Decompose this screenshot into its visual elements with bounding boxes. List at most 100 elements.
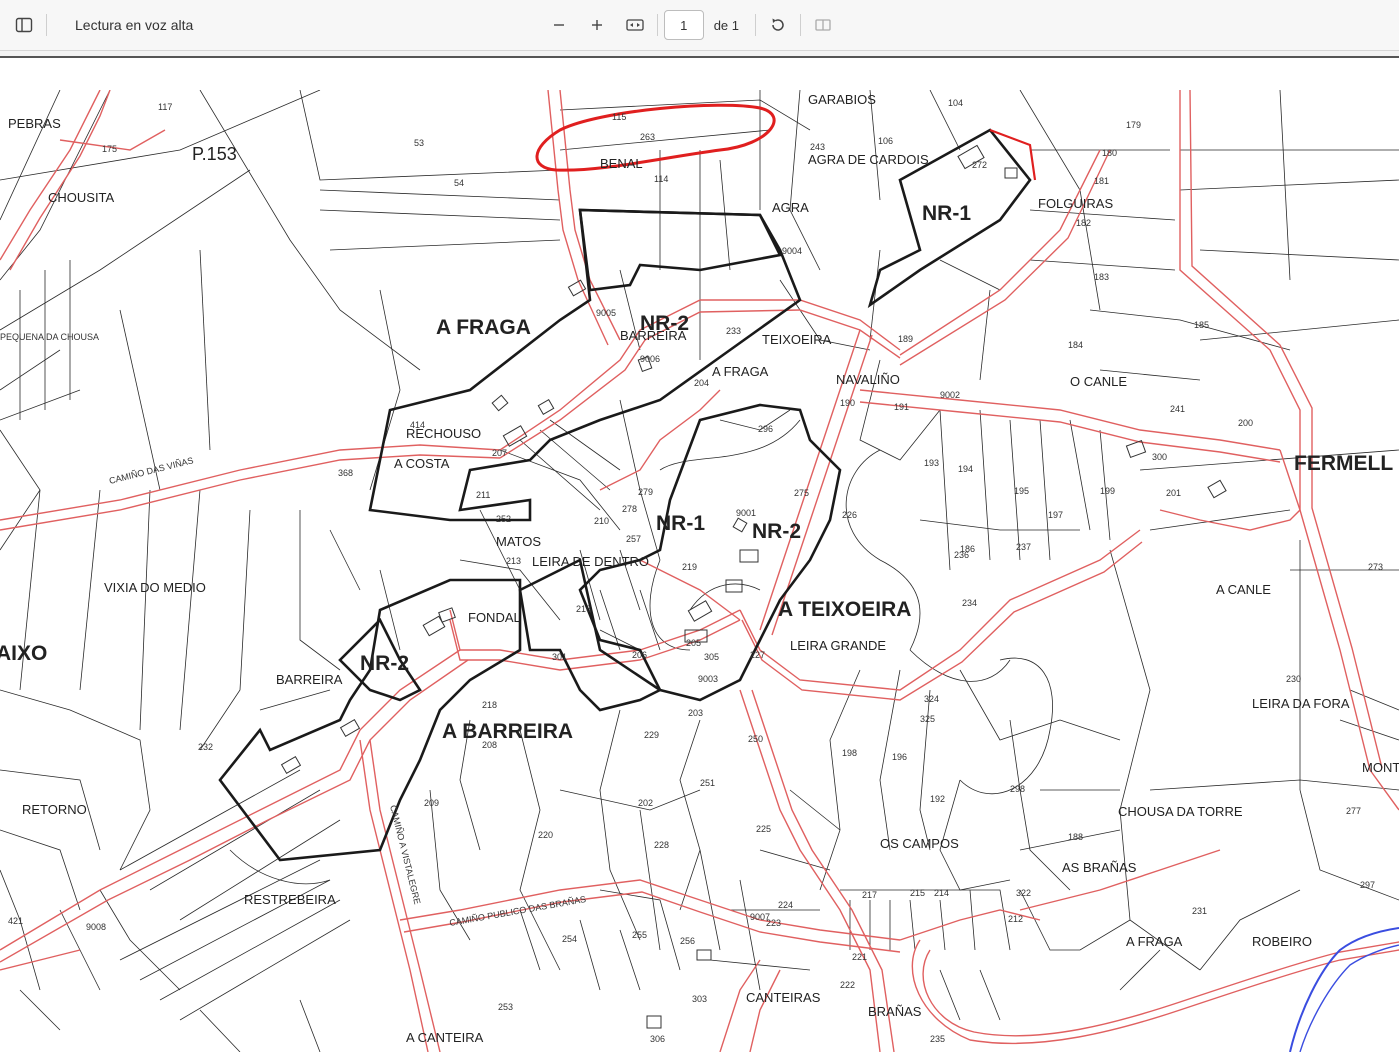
parcel-number: 231	[1192, 906, 1207, 916]
place-label: A CANLE	[1216, 582, 1271, 597]
parcel-number: 221	[852, 952, 867, 962]
place-label: PEQUENA DA CHOUSA	[0, 332, 99, 342]
roads	[0, 90, 1399, 1052]
parcel-number: 250	[748, 734, 763, 744]
road-label: CAMIÑO A VISTALEGRE	[388, 804, 422, 905]
place-label: ROBEIRO	[1252, 934, 1312, 949]
place-label: FOLGUIRAS	[1038, 196, 1113, 211]
place-label: AGRA	[772, 200, 809, 215]
page-view-button[interactable]	[807, 9, 839, 41]
place-label: NAVALIÑO	[836, 372, 900, 387]
fit-width-button[interactable]	[619, 9, 651, 41]
parcel-number: 208	[482, 740, 497, 750]
place-label: BENAL	[600, 156, 643, 171]
parcel-number: 300	[1152, 452, 1167, 462]
sidebar-icon	[15, 17, 33, 33]
parcel-number: 214	[934, 888, 949, 898]
parcel-number: 175	[102, 144, 117, 154]
fit-width-icon	[626, 19, 644, 31]
read-aloud-button[interactable]: Lectura en voz alta	[75, 17, 193, 33]
road-label: CAMIÑO DAS VIÑAS	[108, 455, 194, 486]
parcel-number: 241	[1170, 404, 1185, 414]
parcel-number: 190	[840, 398, 855, 408]
parcel-number: 185	[1194, 320, 1209, 330]
parcel-number: 9006	[640, 354, 660, 364]
parcel-number: 235	[930, 1034, 945, 1044]
place-label: OS CAMPOS	[880, 836, 959, 851]
toolbar-divider	[755, 14, 756, 36]
parcel-number: 189	[898, 334, 913, 344]
parcel-number: 257	[626, 534, 641, 544]
parcel-number: 229	[644, 730, 659, 740]
parcel-number: 115	[612, 112, 626, 122]
parcel-number: 275	[794, 488, 809, 498]
parcel-number: 117	[158, 102, 172, 112]
parcel-number: 306	[650, 1034, 665, 1044]
zone-label-nr2: NR-2	[752, 520, 801, 543]
zoom-out-button[interactable]	[543, 9, 575, 41]
place-label: PEBRAS	[8, 116, 61, 131]
parcel-number: 54	[454, 178, 464, 188]
parcel-number: 180	[1102, 148, 1117, 158]
zone-label-a-barreira: A BARREIRA	[442, 720, 573, 743]
parcel-number: 252	[496, 514, 511, 524]
parcel-number: 194	[958, 464, 973, 474]
place-labels: PEBRAS CHOUSITA GARABIOS AGRA DE CARDOIS…	[0, 92, 1399, 1045]
place-label: RETORNO	[22, 802, 87, 817]
parcel-number: 114	[654, 174, 668, 184]
parcel-number: 9005	[596, 308, 616, 318]
sidebar-toggle-button[interactable]	[8, 9, 40, 41]
place-label: LEIRA DE DENTRO	[532, 554, 649, 569]
parcel-number: 106	[878, 136, 893, 146]
zoom-in-button[interactable]	[581, 9, 613, 41]
rotate-button[interactable]	[762, 9, 794, 41]
river-bank	[1299, 944, 1399, 1052]
parcel-number: 191	[894, 402, 909, 412]
place-label: A CANTEIRA	[406, 1030, 484, 1045]
parcel-number: 104	[948, 98, 963, 108]
place-label: MONT	[1362, 760, 1399, 775]
place-label: BARREIRA	[276, 672, 343, 687]
zone-label-fermell: FERMELL	[1294, 452, 1393, 475]
page-number-input[interactable]	[663, 10, 704, 40]
parcel-number: 256	[680, 936, 695, 946]
parcel-number: 183	[1094, 272, 1109, 282]
parcel-number: 201	[1166, 488, 1181, 498]
place-label: O CANLE	[1070, 374, 1127, 389]
highlight-circle	[535, 103, 776, 172]
parcel-number: 212	[1008, 914, 1023, 924]
place-label: GARABIOS	[808, 92, 876, 107]
page-total-label: de 1	[713, 17, 739, 33]
place-label: AS BRAÑAS	[1062, 860, 1137, 875]
parcel-number: 179	[1126, 120, 1141, 130]
toolbar-divider	[800, 14, 801, 36]
parcel-number: 298	[1010, 784, 1025, 794]
parcel-number: 210	[594, 516, 609, 526]
zone-labels: A FRAGA NR-2 NR-1 NR-2 A TEIXOEIRA NR-2 …	[0, 144, 1393, 743]
parcel-number: 296	[758, 424, 773, 434]
parcel-number: 253	[498, 1002, 513, 1012]
plus-icon	[591, 20, 602, 30]
zone-label-nr1: NR-1	[656, 512, 705, 535]
parcel-number: 215	[910, 888, 925, 898]
parcel-number: 301	[552, 652, 567, 662]
zone-label-nr2: NR-2	[640, 312, 689, 335]
parcel-number: 232	[198, 742, 213, 752]
place-label: MATOS	[496, 534, 541, 549]
parcel-number: 236	[954, 550, 969, 560]
parcel-number: 192	[930, 794, 945, 804]
parcel-number: 9004	[782, 246, 802, 256]
parcel-number: 273	[1368, 562, 1383, 572]
parcel-number: 227	[750, 650, 765, 660]
parcel-number: 9003	[698, 674, 718, 684]
building-footprints	[280, 144, 1227, 1029]
parcel-number: 195	[1014, 486, 1029, 496]
parcel-number: 211	[476, 490, 490, 500]
parcel-number: 228	[654, 840, 669, 850]
parcel-number: 181	[1094, 176, 1109, 186]
parcel-number: 230	[1286, 674, 1301, 684]
place-label: VIXIA DO MEDIO	[104, 580, 206, 595]
parcel-number: 9002	[940, 390, 960, 400]
parcel-number: 237	[1016, 542, 1031, 552]
parcel-number: 9001	[736, 508, 756, 518]
